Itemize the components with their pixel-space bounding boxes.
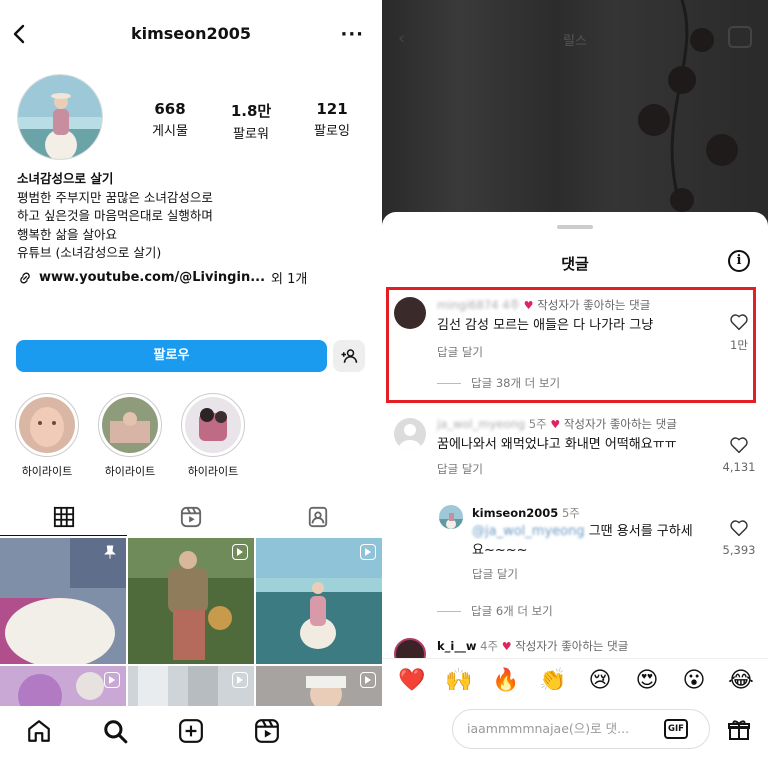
stat-followers[interactable]: 1.8만 팔로워 (216, 100, 286, 142)
grid-post[interactable] (128, 538, 254, 664)
author-liked-label: 작성자가 좋아하는 댓글 (563, 417, 677, 431)
emoji-crying-icon[interactable]: 😢 (586, 667, 614, 695)
bio-line: 하고 싶은것을 마음먹은대로 실행하며 (17, 208, 213, 223)
comment-text: @ja_wol_myeong 그땐 용서를 구하세 (472, 524, 693, 539)
more-options-icon[interactable]: ··· (340, 24, 364, 45)
profile-header: kimseon2005 ··· (0, 20, 382, 50)
emoji-reaction-bar: ❤️ 🙌 🔥 👏 😢 😍 😮 😂 (382, 658, 768, 704)
author-liked-label: 작성자가 좋아하는 댓글 (515, 639, 629, 653)
create-post-icon[interactable] (178, 718, 204, 744)
info-icon[interactable]: i (728, 250, 750, 272)
comment-header: kimseon2005 5주 (472, 505, 580, 521)
comment-username[interactable]: kimseon2005 (472, 506, 558, 520)
comment-text-continued: 요~~~~ (472, 543, 528, 558)
comment-time: 5주 (561, 506, 580, 520)
replies-divider (437, 610, 461, 612)
reels-icon (180, 506, 201, 528)
reel-badge-icon (360, 672, 376, 688)
tab-grid[interactable] (0, 498, 127, 536)
view-replies-button[interactable]: 답글 6개 더 보기 (437, 603, 553, 619)
bio-line: 유튜브 (소녀감성으로 살기) (17, 245, 162, 260)
grid-post[interactable] (256, 538, 382, 664)
pin-icon (104, 545, 116, 559)
reel-badge-icon (232, 672, 248, 688)
comments-title: 댓글 (561, 255, 589, 273)
heart-outline-icon[interactable] (729, 519, 749, 537)
emoji-raised-hands-icon[interactable]: 🙌 (445, 667, 473, 695)
tab-reels[interactable] (127, 498, 254, 536)
search-icon[interactable] (102, 718, 128, 744)
commenter-avatar[interactable] (394, 418, 426, 450)
comment-header: ja_wol_myeong 5주 ♥ 작성자가 좋아하는 댓글 (437, 416, 677, 432)
bio-name: 소녀감성으로 살기 (17, 171, 114, 186)
sheet-grabber[interactable] (557, 225, 593, 229)
comment-username[interactable]: ja_wol_myeong (437, 417, 525, 431)
reel-badge-icon (232, 544, 248, 560)
bio-line: 평범한 주부지만 꿈많은 소녀감성으로 (17, 189, 213, 205)
reply-button[interactable]: 답글 달기 (472, 566, 518, 582)
comment-time: 5주 (528, 417, 547, 431)
comments-sheet: 댓글 i mingi6874 4주 ♥ 작성자가 좋아하는 댓글 김선 감성 모… (382, 212, 768, 771)
comment-text: 꿈에나와서 왜먹었냐고 화내면 어떡해요ㅠㅠ (437, 437, 677, 452)
profile-tabs (0, 498, 382, 536)
profile-screen: kimseon2005 ··· 668 게시물 1.8만 팔로워 121 팔로잉… (0, 0, 382, 771)
comment-composer: iaammmmnajae(으)로 댓... GIF (382, 706, 768, 756)
like-count: 5,393 (722, 543, 756, 557)
highlight-2[interactable]: 하이라이트 (98, 393, 162, 479)
bottom-navigation (0, 706, 382, 771)
link-icon (20, 272, 30, 283)
reel-title: 릴스 (563, 34, 587, 49)
reel-badge-icon (360, 544, 376, 560)
bio-link-more[interactable]: 외 1개 (271, 268, 307, 287)
like-count: 4,131 (722, 460, 756, 474)
comment-username[interactable]: k_i__w (437, 639, 476, 653)
commenter-avatar[interactable] (394, 638, 426, 658)
emoji-fire-icon[interactable]: 🔥 (492, 667, 520, 695)
comment-header: k_i__w 4주 ♥ 작성자가 좋아하는 댓글 (437, 638, 628, 654)
gif-button[interactable]: GIF (664, 719, 688, 739)
profile-bio: 소녀감성으로 살기 평범한 주부지만 꿈많은 소녀감성으로 하고 싶은것을 마음… (17, 170, 367, 263)
stat-following[interactable]: 121 팔로잉 (297, 100, 367, 139)
grid-post[interactable] (0, 538, 126, 664)
home-icon[interactable] (26, 718, 52, 744)
highlight-3[interactable]: 하이라이트 (181, 393, 245, 479)
emoji-heart-icon[interactable]: ❤️ (398, 667, 426, 695)
my-avatar (400, 714, 432, 746)
highlight-1[interactable]: 하이라이트 (15, 393, 79, 479)
comment-item: k_i__w 4주 ♥ 작성자가 좋아하는 댓글 (382, 638, 768, 658)
emoji-clap-icon[interactable]: 👏 (539, 667, 567, 695)
reels-nav-icon[interactable] (254, 718, 280, 744)
view-replies-label: 답글 6개 더 보기 (471, 604, 553, 618)
reel-comments-screen: ‹ 릴스 댓글 i mingi6874 4주 ♥ 작성자가 좋아하는 댓글 김선… (382, 0, 768, 771)
author-liked-heart-icon: ♥ (550, 418, 561, 431)
camera-icon[interactable] (728, 26, 752, 48)
grid-icon (53, 506, 74, 527)
heart-outline-icon[interactable] (729, 436, 749, 454)
emoji-surprised-icon[interactable]: 😮 (680, 667, 708, 695)
gift-icon[interactable] (727, 718, 751, 742)
comment-like[interactable]: 4,131 (719, 436, 759, 474)
comment-time: 4주 (480, 639, 499, 653)
comment-mention[interactable]: @ja_wol_myeong (472, 524, 585, 539)
emoji-laughing-icon[interactable]: 😂 (727, 667, 755, 695)
emoji-heart-eyes-icon[interactable]: 😍 (633, 667, 661, 695)
tab-tagged[interactable] (254, 498, 381, 536)
reel-badge-icon (104, 672, 120, 688)
comment-like[interactable]: 5,393 (719, 519, 759, 557)
bio-link[interactable]: www.youtube.com/@Livingin... 외 1개 (17, 268, 307, 287)
highlight-box (386, 287, 756, 403)
add-user-icon (341, 349, 358, 363)
stat-posts[interactable]: 668 게시물 (135, 100, 205, 139)
author-liked-heart-icon: ♥ (501, 640, 512, 653)
reply-button[interactable]: 답글 달기 (437, 461, 483, 477)
profile-username: kimseon2005 (130, 24, 252, 43)
bio-line: 행복한 삶을 살아요 (17, 226, 117, 242)
follow-button[interactable]: 팔로우 (16, 340, 327, 372)
profile-avatar[interactable] (17, 74, 103, 160)
bio-link-text[interactable]: www.youtube.com/@Livingin... (39, 270, 265, 285)
suggest-users-button[interactable] (333, 340, 365, 372)
commenter-avatar[interactable] (439, 505, 463, 529)
tagged-icon (308, 506, 327, 528)
